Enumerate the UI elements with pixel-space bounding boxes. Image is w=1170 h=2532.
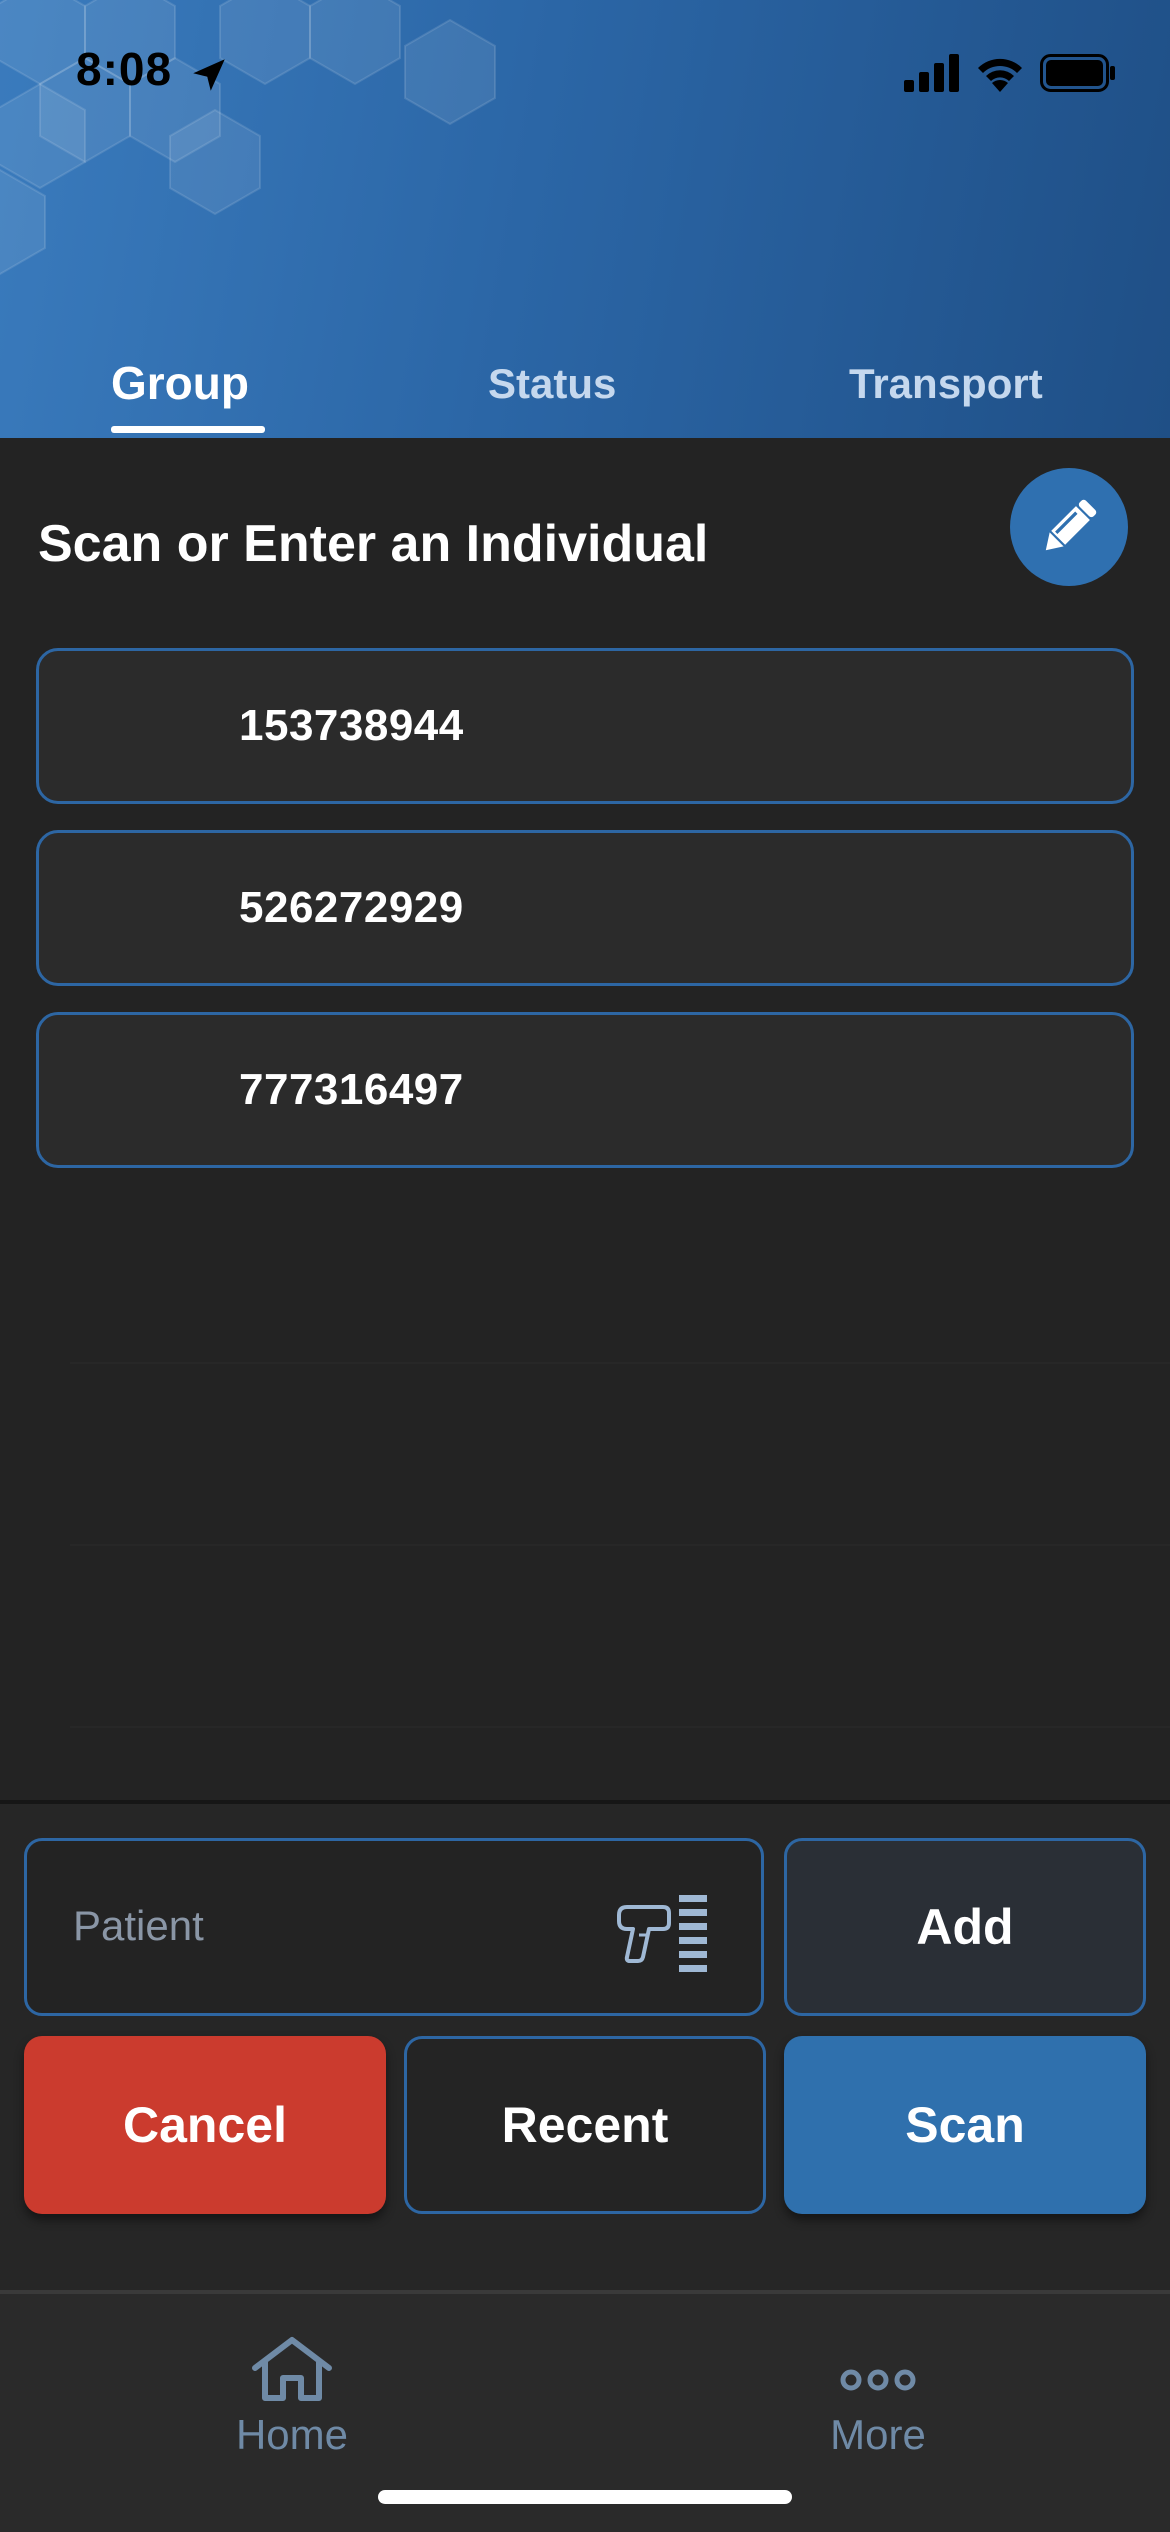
status-bar: 8:08 bbox=[0, 0, 1170, 150]
tab-bar: Group Status Transport bbox=[0, 350, 1170, 438]
tab-status[interactable]: Status bbox=[488, 360, 616, 408]
tab-group[interactable]: Group bbox=[111, 356, 249, 410]
header: 8:08 Group Status Transport bbox=[0, 0, 1170, 438]
patient-field[interactable] bbox=[24, 1838, 764, 2016]
individual-card[interactable]: 777316497 bbox=[36, 1012, 1134, 1168]
main-content: Scan or Enter an Individual 153738944 52… bbox=[0, 438, 1170, 1800]
divider bbox=[70, 1362, 1170, 1364]
active-tab-indicator bbox=[111, 426, 265, 433]
recent-button[interactable]: Recent bbox=[404, 2036, 766, 2214]
tab-transport[interactable]: Transport bbox=[849, 360, 1043, 408]
home-indicator bbox=[378, 2490, 792, 2504]
edit-button[interactable] bbox=[1010, 468, 1128, 586]
pencil-icon bbox=[1045, 499, 1097, 551]
barcode-scanner-icon[interactable] bbox=[613, 1893, 717, 1973]
individual-card[interactable]: 153738944 bbox=[36, 648, 1134, 804]
individual-card[interactable]: 526272929 bbox=[36, 830, 1134, 986]
location-arrow-icon bbox=[193, 59, 225, 91]
page-title: Scan or Enter an Individual bbox=[38, 515, 709, 573]
scan-button[interactable]: Scan bbox=[784, 2036, 1146, 2214]
battery-icon bbox=[1040, 54, 1115, 92]
app-screen: 8:08 Group Status Transport Scan or Ente… bbox=[0, 0, 1170, 2532]
status-time: 8:08 bbox=[76, 43, 173, 95]
nav-more[interactable]: More bbox=[728, 2334, 1028, 2459]
divider bbox=[70, 1726, 1170, 1728]
nav-more-label: More bbox=[830, 2411, 926, 2458]
cancel-button[interactable]: Cancel bbox=[24, 2036, 386, 2214]
home-icon bbox=[252, 2337, 332, 2401]
wifi-icon bbox=[978, 58, 1022, 92]
action-panel: Add Cancel Recent Scan bbox=[0, 1800, 1170, 2290]
more-dots-icon bbox=[840, 2369, 916, 2391]
cellular-signal-icon bbox=[904, 54, 959, 92]
nav-home-label: Home bbox=[235, 2411, 349, 2458]
individual-id: 153738944 bbox=[239, 701, 464, 750]
patient-input[interactable] bbox=[73, 1891, 573, 1961]
nav-home[interactable]: Home bbox=[142, 2334, 442, 2459]
divider bbox=[70, 1544, 1170, 1546]
individual-id: 526272929 bbox=[239, 883, 464, 932]
individual-id: 777316497 bbox=[239, 1065, 464, 1114]
add-button[interactable]: Add bbox=[784, 1838, 1146, 2016]
